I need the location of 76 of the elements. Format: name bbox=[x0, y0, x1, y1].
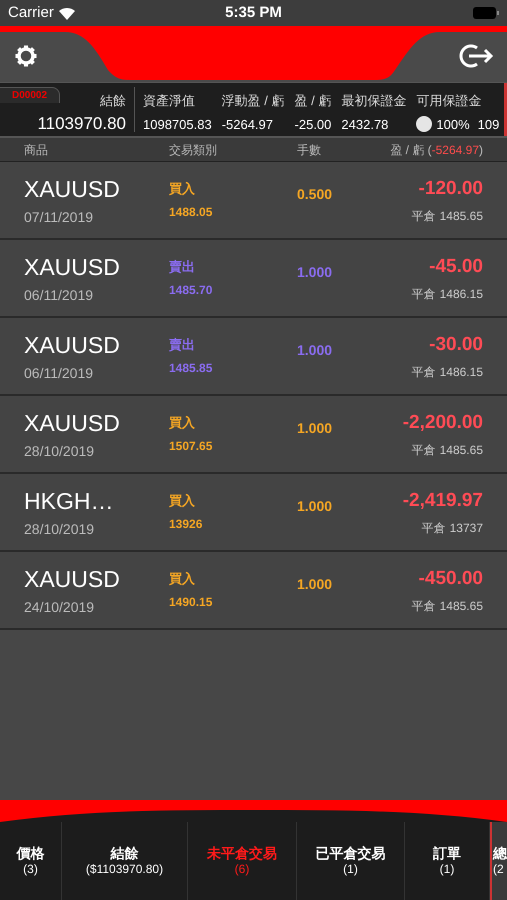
carrier-label: Carrier bbox=[8, 2, 54, 23]
symbol-text: XAUUSD bbox=[24, 175, 121, 204]
wifi-icon bbox=[58, 6, 76, 20]
profit-loss: -45.00 bbox=[429, 254, 483, 279]
stat-label: 浮動盈 / 虧 bbox=[222, 92, 285, 110]
lot-size: 0.500 bbox=[297, 185, 332, 204]
bottom-tab[interactable]: 結餘 ($1103970.80) bbox=[62, 822, 188, 900]
profit-loss: -450.00 bbox=[418, 566, 483, 591]
close-price: 13737 bbox=[450, 520, 483, 538]
trade-date: 06/11/2019 bbox=[24, 286, 94, 305]
balance-value: 1103970.80 bbox=[36, 112, 126, 134]
symbol-text: HKGH… bbox=[24, 487, 114, 516]
close-label: 平倉 bbox=[412, 208, 436, 226]
stat-value: -25.00 bbox=[294, 116, 332, 134]
trade-type: 買入 bbox=[169, 570, 196, 588]
trade-type: 賣出 bbox=[169, 336, 196, 354]
trade-date: 07/11/2019 bbox=[24, 208, 94, 227]
stat-value: -5264.97 bbox=[222, 116, 274, 134]
trade-date: 06/11/2019 bbox=[24, 364, 94, 383]
close-label: 平倉 bbox=[412, 442, 436, 460]
close-price: 1485.65 bbox=[440, 208, 483, 226]
close-label: 平倉 bbox=[412, 286, 436, 304]
lot-size: 1.000 bbox=[297, 419, 332, 438]
trade-type: 買入 bbox=[169, 492, 196, 510]
open-price: 13926 bbox=[169, 516, 204, 533]
close-price: 1486.15 bbox=[440, 286, 483, 304]
trade-type: 買入 bbox=[169, 180, 196, 198]
stat-label: 最初保證金 bbox=[341, 92, 406, 110]
bottom-tab[interactable]: 價格 (3) bbox=[0, 822, 62, 900]
stat-value: 109 bbox=[478, 116, 500, 134]
close-price: 1486.15 bbox=[440, 364, 483, 382]
stat-value: 100% bbox=[436, 116, 470, 134]
symbol-text: XAUUSD bbox=[24, 565, 121, 594]
open-price: 1488.05 bbox=[169, 204, 214, 221]
balance-label: 結餘 bbox=[100, 92, 126, 110]
stat-value: 2432.78 bbox=[341, 116, 390, 134]
open-price: 1485.85 bbox=[169, 360, 214, 377]
bottom-tab[interactable]: 未平倉交易 (6) bbox=[188, 822, 297, 900]
bottom-tab[interactable]: 總 (2 bbox=[490, 822, 507, 900]
symbol-text: XAUUSD bbox=[24, 253, 121, 282]
lot-size: 1.000 bbox=[297, 341, 332, 360]
profit-loss: -120.00 bbox=[418, 176, 483, 201]
bottom-tab[interactable]: 已平倉交易 (1) bbox=[297, 822, 405, 900]
close-label: 平倉 bbox=[412, 598, 436, 616]
lot-size: 1.000 bbox=[297, 497, 332, 516]
stat-label: 盈 / 虧 bbox=[294, 92, 332, 110]
status-time: 5:35 PM bbox=[225, 2, 282, 23]
symbol-text: XAUUSD bbox=[24, 409, 121, 438]
stat-label: 可用保證金 bbox=[416, 92, 482, 110]
trade-date: 24/10/2019 bbox=[24, 598, 96, 617]
column-header: 手數 bbox=[297, 142, 321, 158]
profit-loss: -2,200.00 bbox=[402, 410, 483, 435]
trade-type: 買入 bbox=[169, 414, 196, 432]
symbol-text: XAUUSD bbox=[24, 331, 121, 360]
column-header: 盈 / 虧 (-5264.97) bbox=[390, 142, 483, 158]
column-header: 商品 bbox=[24, 142, 49, 158]
exit-icon[interactable] bbox=[457, 42, 495, 70]
lot-size: 1.000 bbox=[297, 575, 332, 594]
trade-date: 28/10/2019 bbox=[24, 442, 96, 461]
trade-type: 賣出 bbox=[169, 258, 196, 276]
open-price: 1485.70 bbox=[169, 282, 214, 299]
open-price: 1507.65 bbox=[169, 438, 214, 455]
column-header: 交易類別 bbox=[169, 142, 218, 158]
battery-icon bbox=[472, 7, 499, 19]
close-price: 1485.65 bbox=[440, 442, 483, 460]
stat-label: 資產淨值 bbox=[143, 92, 196, 110]
open-price: 1490.15 bbox=[169, 594, 214, 611]
stat-value: 1098705.83 bbox=[143, 116, 212, 134]
profit-loss: -30.00 bbox=[429, 332, 483, 357]
profit-loss: -2,419.97 bbox=[402, 488, 483, 513]
close-label: 平倉 bbox=[412, 364, 436, 382]
close-label: 平倉 bbox=[422, 520, 446, 538]
account-id: D00002 bbox=[0, 87, 60, 103]
close-price: 1485.65 bbox=[440, 598, 483, 616]
lot-size: 1.000 bbox=[297, 263, 332, 282]
trade-date: 28/10/2019 bbox=[24, 520, 96, 539]
